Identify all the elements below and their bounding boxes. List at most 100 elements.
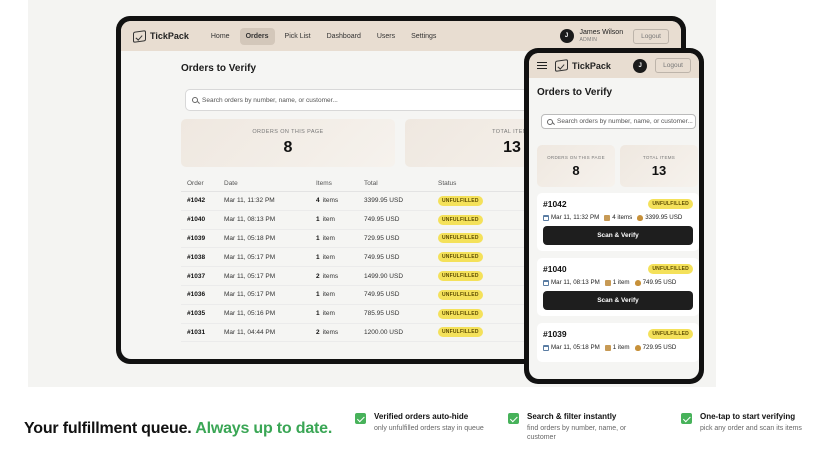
status-badge: UNFULFILLED <box>438 271 483 282</box>
order-date: Mar 11, 08:13 PM <box>551 279 600 286</box>
order-number: #1039 <box>543 329 567 339</box>
order-card[interactable]: #1040 UNFULFILLED Mar 11, 08:13 PM 1 item 74… <box>537 258 699 316</box>
menu-icon[interactable] <box>537 61 547 70</box>
nav-orders[interactable]: Orders <box>239 27 275 45</box>
tagline: Your fulfillment queue. Always up to dat… <box>24 420 332 438</box>
item-qty: 1 <box>316 234 320 242</box>
order-total: 749.95 USD <box>364 253 400 261</box>
order-card[interactable]: #1042 UNFULFILLED Mar 11, 11:32 PM 4 items 3… <box>537 193 699 251</box>
order-items: 1 item <box>316 216 364 223</box>
order-total: 749.95 USD <box>364 216 400 224</box>
feature-title: One-tap to start verifying <box>700 412 796 421</box>
order-total: 3399.95 USD <box>645 214 683 221</box>
order-number: #1040 <box>187 216 206 224</box>
package-icon <box>604 214 611 221</box>
stat-value: 13 <box>651 162 667 178</box>
mobile-nav: TickPack J Logout <box>529 53 699 78</box>
app-logo[interactable]: TickPack <box>555 59 611 72</box>
item-unit: item <box>322 291 335 299</box>
tagline-main: Your fulfillment queue. <box>24 420 192 437</box>
feature-subtitle: find orders by number, name, or customer <box>527 425 627 442</box>
tagline-accent: Always up to date. <box>195 420 333 437</box>
order-total: 3399.95 USD <box>364 197 404 205</box>
item-unit: items <box>322 197 339 205</box>
top-nav: TickPack Home Orders Pick List Dashboard… <box>121 21 681 51</box>
page-title: Orders to Verify <box>181 63 257 74</box>
calendar-icon <box>543 279 549 286</box>
logout-button[interactable]: Logout <box>655 58 691 73</box>
order-total: 749.95 USD <box>642 279 677 286</box>
order-total: 729.95 USD <box>364 234 400 242</box>
item-unit: items <box>322 328 339 336</box>
order-date: Mar 11, 05:17 PM <box>224 272 276 280</box>
nav-users[interactable]: Users <box>371 28 401 45</box>
search-placeholder: Search orders by number, name, or custom… <box>202 96 338 104</box>
status-badge: UNFULFILLED <box>648 264 693 274</box>
order-date: Mar 11, 11:32 PM <box>551 214 600 221</box>
feature-search: Search & filter instantly find orders by… <box>508 412 648 443</box>
item-qty: 1 <box>316 253 320 261</box>
nav-pick-list[interactable]: Pick List <box>279 28 317 45</box>
app-name: TickPack <box>150 31 189 41</box>
stat-label: ORDERS ON THIS PAGE <box>547 154 605 160</box>
status-badge: UNFULFILLED <box>438 308 483 319</box>
item-unit: item <box>322 310 335 318</box>
mobile-user: J Logout <box>633 58 691 73</box>
order-items: 1 item <box>316 310 364 317</box>
status-cell: UNFULFILLED <box>438 308 538 319</box>
order-number: #1040 <box>543 264 567 274</box>
order-date: Mar 11, 05:16 PM <box>224 310 276 318</box>
avatar[interactable]: J <box>633 58 648 73</box>
card-meta: Mar 11, 08:13 PM 1 item 749.95 USD <box>543 279 693 286</box>
item-qty: 1 <box>316 216 320 224</box>
search-icon <box>547 118 553 125</box>
feature-subtitle: pick any order and scan its items <box>700 425 802 432</box>
col-total: Total <box>364 180 378 187</box>
order-number: #1035 <box>187 310 206 318</box>
order-number: #1039 <box>187 234 206 242</box>
checkmark-icon <box>681 413 692 424</box>
nav-dashboard[interactable]: Dashboard <box>321 28 367 45</box>
item-unit: items <box>322 272 339 280</box>
order-date: Mar 11, 05:17 PM <box>224 291 276 299</box>
user-name: James Wilson <box>579 28 624 36</box>
item-qty: 4 <box>316 197 320 205</box>
feature-auto-hide: Verified orders auto-hide only unfulfill… <box>355 412 485 433</box>
scan-verify-button[interactable]: Scan & Verify <box>543 291 693 310</box>
order-date: Mar 11, 05:17 PM <box>224 253 276 261</box>
avatar[interactable]: J <box>559 29 574 43</box>
feature-subtitle: only unfulfilled orders stay in queue <box>374 425 484 432</box>
search-icon <box>192 97 198 103</box>
status-badge: UNFULFILLED <box>438 233 483 244</box>
order-items: 1 item <box>316 291 364 298</box>
money-bag-icon <box>634 279 641 286</box>
status-badge: UNFULFILLED <box>438 289 483 300</box>
scan-verify-button[interactable]: Scan & Verify <box>543 226 693 245</box>
status-cell: UNFULFILLED <box>438 214 538 225</box>
card-header: #1039 UNFULFILLED <box>543 329 693 339</box>
stats-row: ORDERS ON THIS PAGE 8 TOTAL ITEMS 13 <box>537 145 698 187</box>
item-qty: 1 <box>316 310 320 318</box>
stat-value: 13 <box>503 139 521 156</box>
logout-button[interactable]: Logout <box>633 28 669 44</box>
order-date: Mar 11, 04:44 PM <box>224 328 276 336</box>
feature-title: Search & filter instantly <box>527 412 617 421</box>
col-date: Date <box>224 180 238 187</box>
nav-home[interactable]: Home <box>205 28 236 45</box>
app-logo[interactable]: TickPack <box>133 29 189 43</box>
status-badge: UNFULFILLED <box>438 252 483 263</box>
nav-settings[interactable]: Settings <box>405 28 442 45</box>
user-role: ADMIN <box>579 37 598 44</box>
calendar-icon <box>543 214 549 221</box>
order-number: #1037 <box>187 272 206 280</box>
stat-value: 8 <box>283 139 293 156</box>
mobile-screen: TickPack J Logout Orders to Verify Searc… <box>529 53 699 379</box>
order-card[interactable]: #1039 UNFULFILLED Mar 11, 05:18 PM 1 item 72… <box>537 323 699 362</box>
order-items: 1 item <box>612 279 630 286</box>
status-badge: UNFULFILLED <box>648 199 693 209</box>
order-total: 729.95 USD <box>642 344 677 351</box>
status-cell: UNFULFILLED <box>438 271 538 282</box>
order-items: 2 items <box>316 329 364 336</box>
user-menu: J James Wilson ADMIN Logout <box>559 28 669 44</box>
search-input[interactable]: Search orders by number, name, or custom… <box>541 114 696 129</box>
